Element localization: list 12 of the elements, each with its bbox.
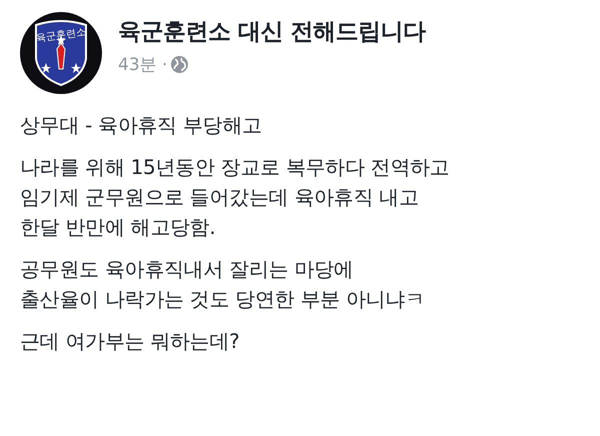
emblem-label: 육군훈련소 xyxy=(35,26,87,46)
post-text-line: 근데 여가부는 뭐하는데? xyxy=(20,328,240,355)
author-name[interactable]: 육군훈련소 대신 전해드립니다 xyxy=(118,16,426,47)
post-text-line: 임기제 군무원으로 들어갔는데 육아휴직 내고 xyxy=(20,184,420,211)
globe-icon xyxy=(171,56,188,73)
post-text-line: 출산율이 나락가는 것도 당연한 부분 아니냐ㅋ xyxy=(20,286,426,313)
shield-icon xyxy=(33,19,89,87)
avatar-emblem[interactable]: 육군훈련소 xyxy=(20,12,102,94)
post-text-line: 나라를 위해 15년동안 장교로 복무하다 전역하고 xyxy=(20,154,450,181)
post-text-line: 공무원도 육아휴직내서 잘리는 마당에 xyxy=(20,256,354,283)
post-text-line: 한달 반만에 해고당함. xyxy=(20,214,216,241)
post-text-line: 상무대 - 육아휴직 부당해고 xyxy=(20,112,263,139)
